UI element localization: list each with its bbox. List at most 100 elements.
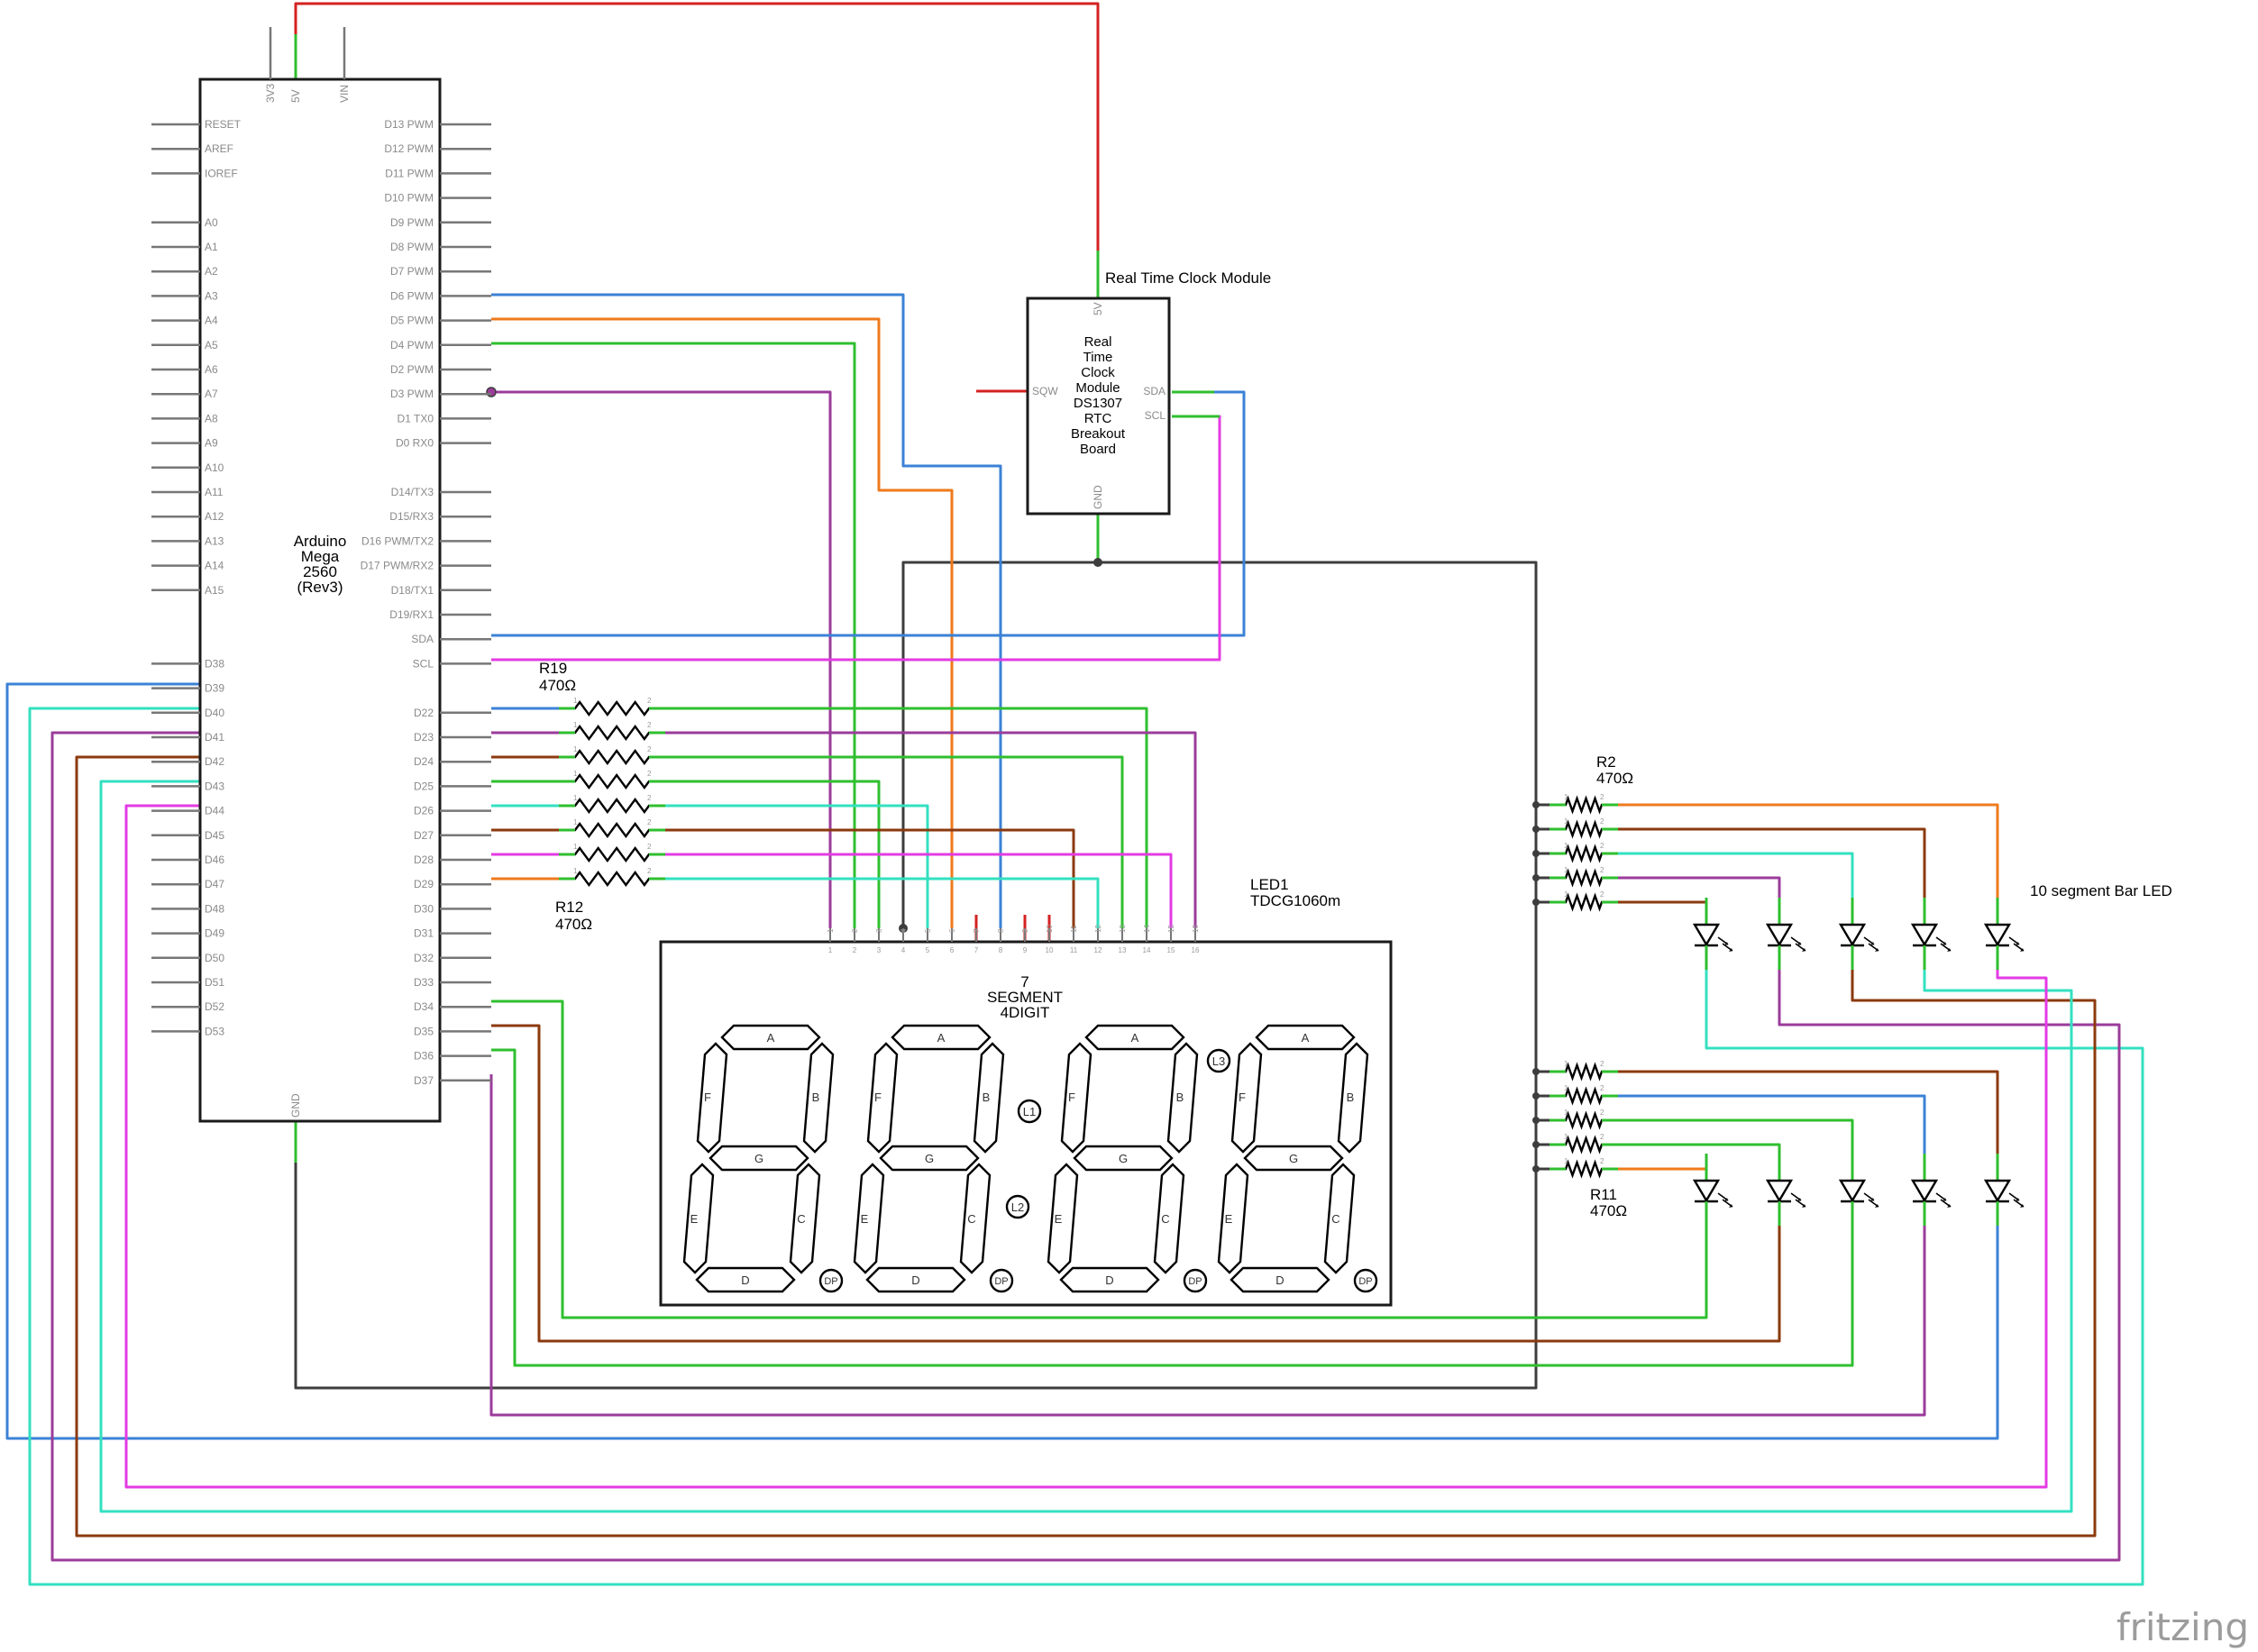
resistor-array-8: 12 <box>559 867 665 888</box>
display-pin-top-13: 13 <box>1119 925 1127 933</box>
resistor-bank-r11[interactable]: 1 21 21 21 21 2 <box>1550 1060 1618 1179</box>
r2-label: R2 <box>1596 753 1616 771</box>
display-pin-number-3: 3 <box>877 946 882 954</box>
digit-3-dp-label: DP <box>1188 1276 1202 1287</box>
digit-3-segment-a-label: A <box>1131 1031 1139 1045</box>
arduino-pin-label-a9: A9 <box>205 437 218 450</box>
digit-1-dp-label: DP <box>824 1276 837 1287</box>
rtc-body-line-8: Board <box>1080 442 1116 457</box>
resistor-array-1: 12 <box>559 697 665 717</box>
digit-4-segment-g: G <box>1243 1145 1344 1172</box>
resistor-bank-r2[interactable]: 1 21 21 21 21 2 <box>1550 793 1618 912</box>
arduino-pin-label-d19-rx1: D19/RX1 <box>389 608 434 621</box>
digit-4-segment-a-label: A <box>1302 1031 1310 1045</box>
resistor-array-3: 12 <box>559 745 665 766</box>
resistor-array-4-pin-2: 2 <box>647 770 652 778</box>
resistor-array-8-pin-1: 1 <box>573 867 578 875</box>
arduino-pin-label-a12: A12 <box>205 510 224 523</box>
arduino-pin-label-d4-pwm: D4 PWM <box>390 339 434 351</box>
arduino-pin-label-d13-pwm: D13 PWM <box>384 118 434 131</box>
r2-value: 470Ω <box>1596 770 1633 787</box>
colon-l3: L3 <box>1206 1048 1231 1073</box>
arduino-pin-label-a15: A15 <box>205 584 224 597</box>
digit-1-segment-b-label: B <box>812 1091 820 1104</box>
resistor-r2-5-pin-1: 1 <box>1564 890 1568 899</box>
digit-2-segment-e-label: E <box>861 1212 869 1226</box>
r12-label: R12 <box>555 899 583 916</box>
arduino-pin-label-d24: D24 <box>414 755 434 768</box>
arduino-pin-label-d48: D48 <box>205 902 224 915</box>
arduino-pin-label-d9-pwm: D9 PWM <box>390 216 434 229</box>
bar-led-bottom-1 <box>1692 1154 1733 1226</box>
digit-1-segment-a: A <box>720 1024 821 1051</box>
resistor-array-r19-r12[interactable]: 1 21 21 21 21 21 21 21 2 <box>559 697 665 888</box>
resistor-array-6-pin-2: 2 <box>647 818 652 826</box>
r12-value: 470Ω <box>555 916 592 933</box>
arduino-pin-label-aref: AREF <box>205 142 233 155</box>
display-pin-top-8: 8 <box>997 928 1005 933</box>
resistor-r2-3-pin-1: 1 <box>1564 842 1568 850</box>
resistor-r2-2-pin-1: 1 <box>1564 817 1568 826</box>
arduino-pin-label-d14-tx3: D14/TX3 <box>391 486 434 498</box>
arduino-gnd-label: GND <box>289 1093 302 1118</box>
resistor-r11-1-pin-2: 2 <box>1600 1060 1604 1068</box>
bar-led-bottom-5-triangle <box>1983 1179 2012 1203</box>
arduino-pin-label-d22: D22 <box>414 707 434 719</box>
arduino-pin-label-d52: D52 <box>205 1000 224 1013</box>
arduino-pin-label-d1-tx0: D1 TX0 <box>398 412 434 424</box>
resistor-r11-4-pin-2: 2 <box>1600 1133 1604 1141</box>
rtc-pin-scl: SCL <box>1145 409 1166 422</box>
resistor-array-3-pin-2: 2 <box>647 745 652 753</box>
resistor-r11-1-pin-1: 1 <box>1564 1060 1568 1068</box>
r11-value: 470Ω <box>1590 1202 1627 1219</box>
resistor-r11-3: 12 <box>1550 1109 1618 1130</box>
digit-2-dp-label: DP <box>994 1276 1008 1287</box>
digit-4-dp-label: DP <box>1358 1276 1372 1287</box>
display-pin-number-14: 14 <box>1143 946 1151 954</box>
rtc-body-line-7: Breakout <box>1071 426 1126 442</box>
arduino-top-pin-label-3v3: 3V3 <box>264 83 277 103</box>
bar-led-top-1 <box>1692 898 1733 970</box>
arduino-pin-label-d29: D29 <box>414 878 434 890</box>
arduino-top-pin-label-vin: VIN <box>338 85 351 103</box>
arduino-pin-label-d8-pwm: D8 PWM <box>390 241 434 253</box>
display-pin-top-16: 16 <box>1192 925 1200 933</box>
r11-label: R11 <box>1590 1186 1617 1203</box>
display-pin-number-11: 11 <box>1070 946 1078 954</box>
resistor-r11-3-pin-1: 1 <box>1564 1109 1568 1117</box>
arduino-pin-label-d46: D46 <box>205 853 224 866</box>
display-pin-number-2: 2 <box>853 946 857 954</box>
resistor-r2-4: 12 <box>1550 866 1618 888</box>
display-part: TDCG1060m <box>1250 892 1340 909</box>
resistor-array-4: 12 <box>559 770 665 790</box>
colon-l2: L2 <box>1005 1194 1030 1219</box>
bar-led-top-3 <box>1838 898 1879 970</box>
arduino-pin-label-d47: D47 <box>205 878 224 890</box>
display-pin-number-12: 12 <box>1094 946 1102 954</box>
seven-segment-display[interactable]: LED1 TDCG1060m 1122334455667788991010111… <box>659 876 1393 1307</box>
arduino-mega-board[interactable]: RESET AREF IOREF A0 A1 A2 A3 A4 A5 A6 A7 A8 A9 A10 A11… <box>151 27 491 1123</box>
bar-led-bottom-4-triangle <box>1910 1179 1939 1203</box>
arduino-pin-label-d43: D43 <box>205 780 224 792</box>
svg-text:L1: L1 <box>1023 1105 1036 1118</box>
resistor-r2-1-pin-1: 1 <box>1564 793 1568 801</box>
digit-2-segment-a-label: A <box>937 1031 946 1045</box>
rtc-pin-sqw: SQW <box>1032 385 1058 397</box>
resistor-array-8-pin-2: 2 <box>647 867 652 875</box>
arduino-pin-label-a11: A11 <box>205 486 224 498</box>
bar-led-diodes[interactable] <box>1692 898 2025 1226</box>
arduino-pin-label-d32: D32 <box>414 952 434 964</box>
rtc-pin-5v: 5V <box>1092 302 1104 315</box>
digit-3-segment-d: D <box>1059 1266 1160 1293</box>
arduino-pin-label-a5: A5 <box>205 339 218 351</box>
arduino-pin-label-d0-rx0: D0 RX0 <box>396 437 434 450</box>
digit-1-segment-d-label: D <box>741 1273 749 1287</box>
display-pin-top-4: 4 <box>900 928 908 933</box>
arduino-pin-label-d51: D51 <box>205 976 224 989</box>
resistor-array-4-pin-1: 1 <box>573 770 578 778</box>
display-pin-top-5: 5 <box>924 928 932 933</box>
resistor-r2-1-pin-2: 2 <box>1600 793 1604 801</box>
arduino-pin-label-a4: A4 <box>205 315 218 327</box>
arduino-pin-label-d49: D49 <box>205 927 224 940</box>
arduino-title-line-4: (Rev3) <box>297 579 343 596</box>
